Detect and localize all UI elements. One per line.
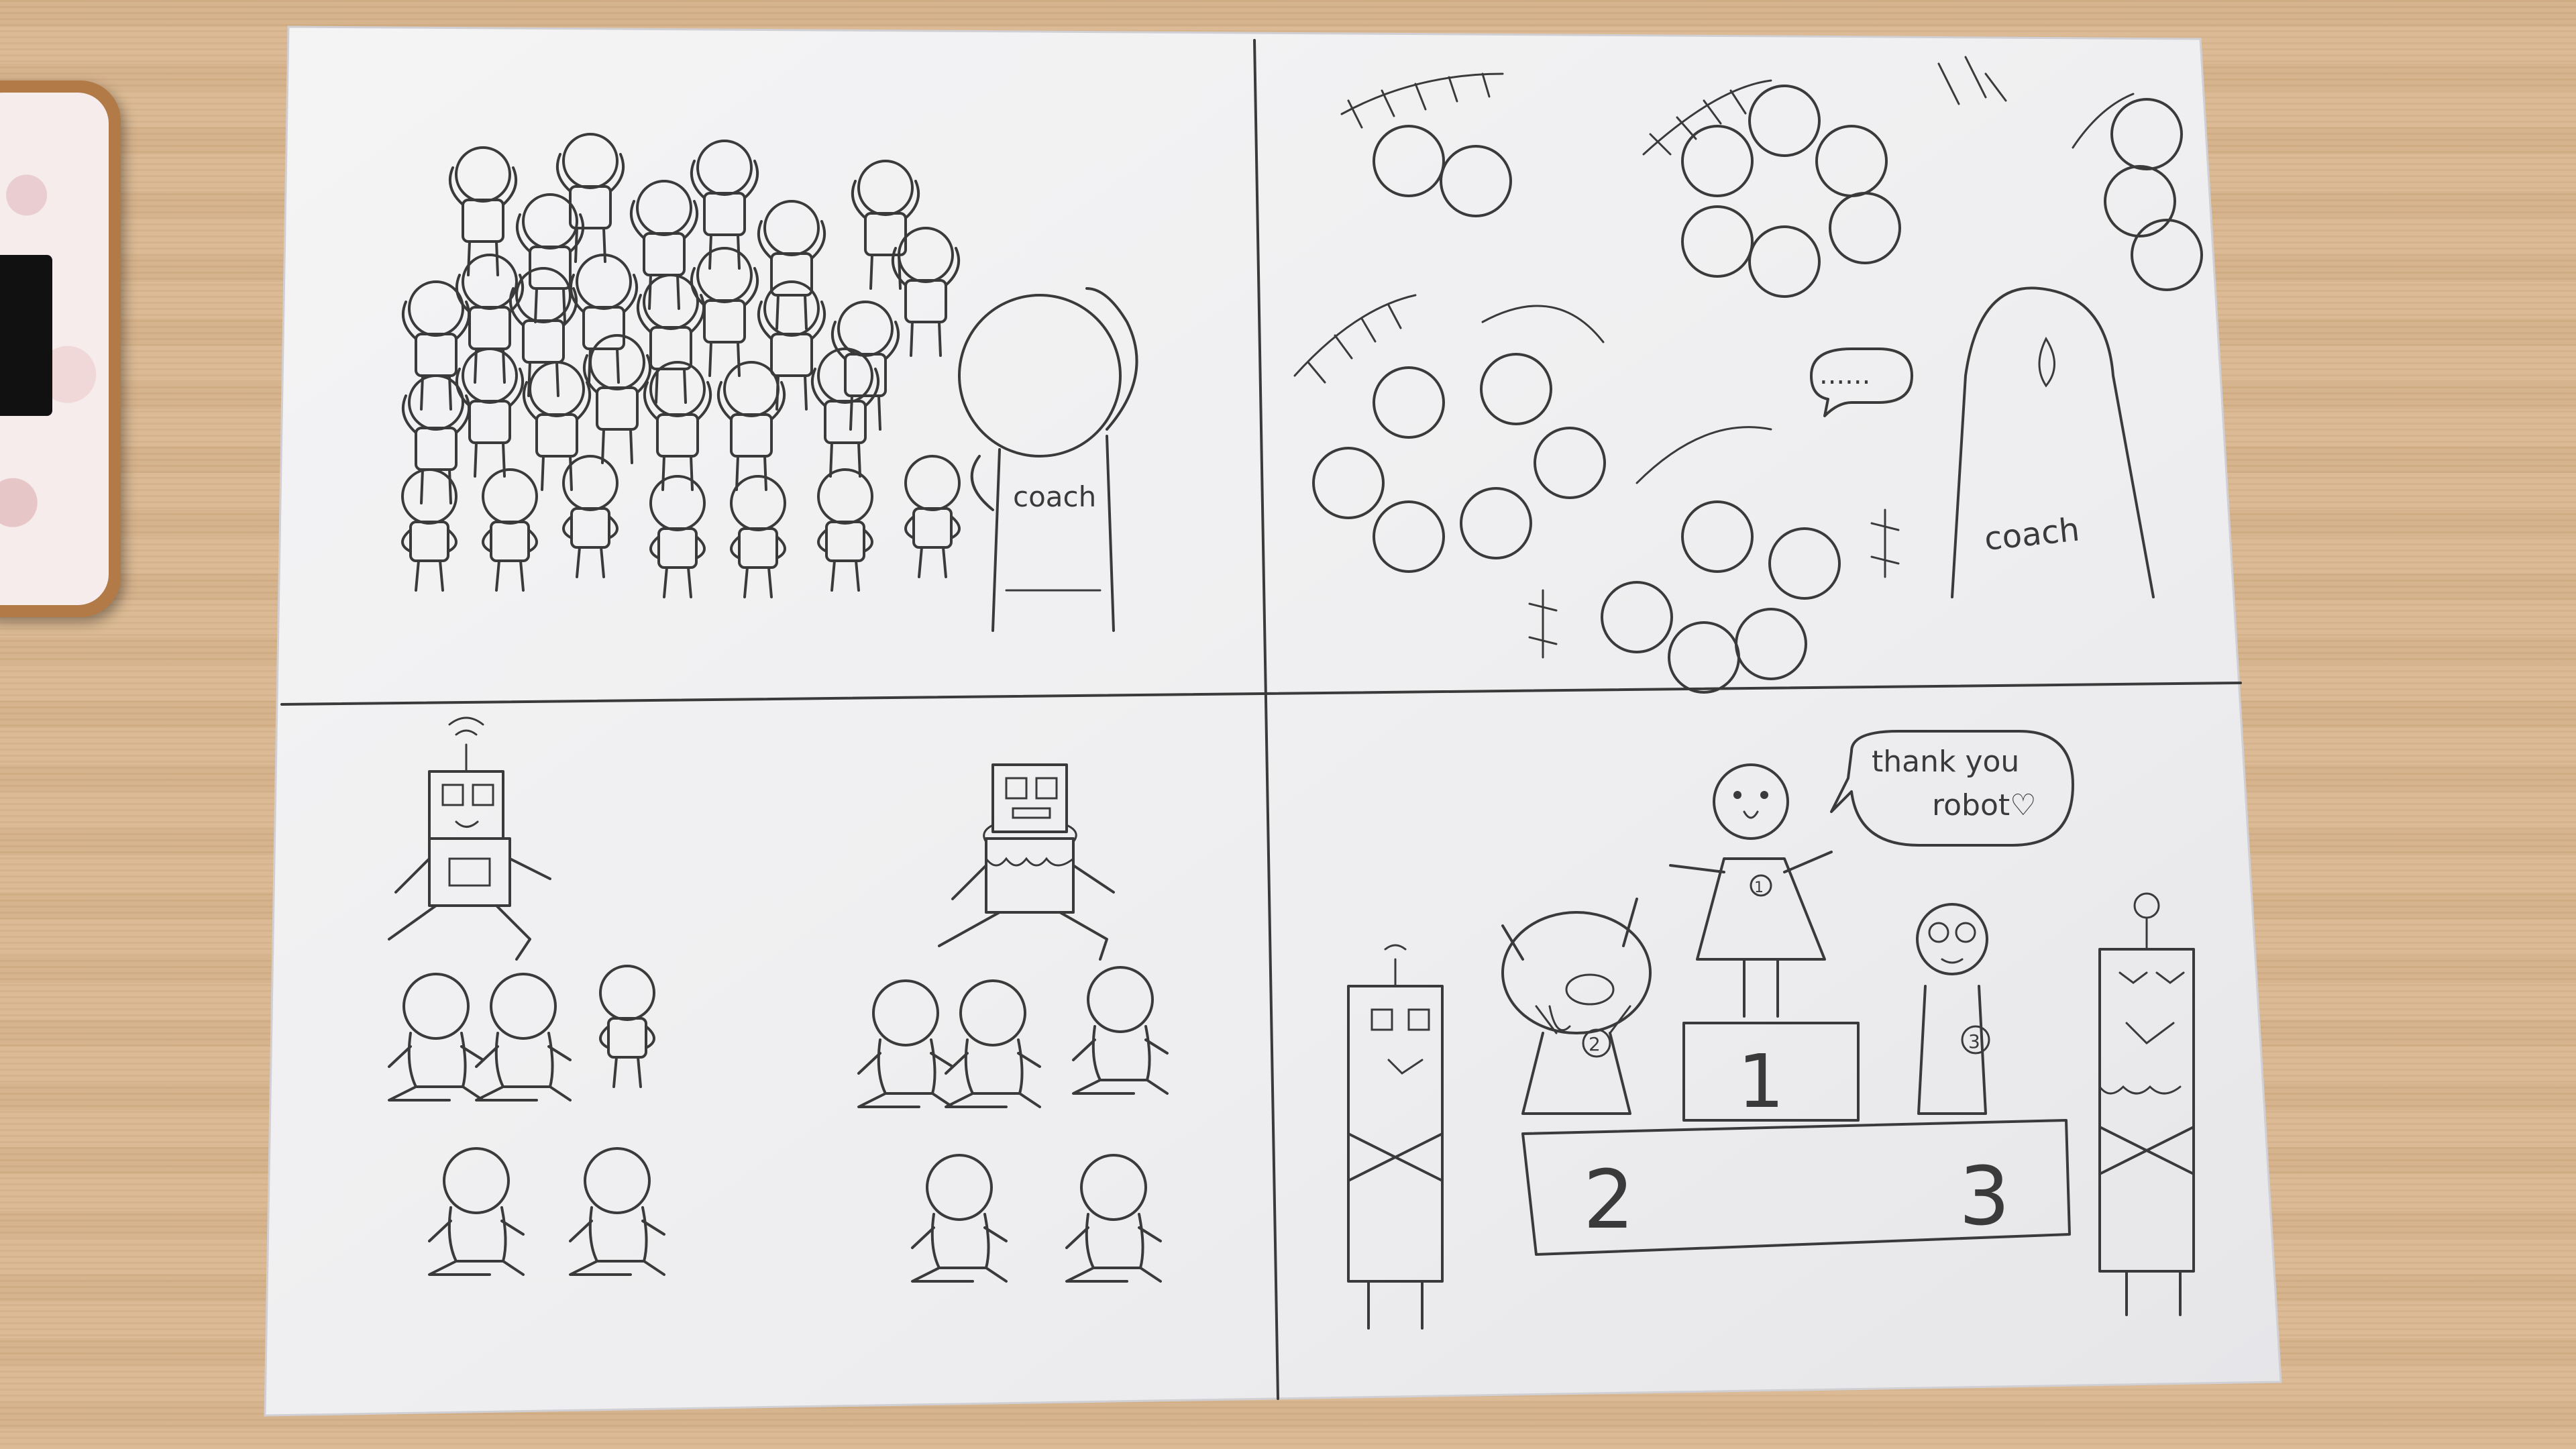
speech-line-2: robot♡ — [1932, 788, 2037, 822]
medal-first: 1 — [1754, 879, 1764, 896]
speech-dots: ...... — [1819, 360, 1870, 390]
speech-line-1: thank you — [1872, 745, 2019, 779]
coach-label: coach — [1013, 480, 1096, 513]
medal-second: 2 — [1589, 1033, 1601, 1055]
podium-third: 3 — [1959, 1150, 2010, 1244]
podium-second: 2 — [1583, 1154, 1634, 1247]
medal-third: 3 — [1968, 1030, 1980, 1053]
comic-page: coach ...... coach 2 1 thank you robot♡ … — [264, 25, 2282, 1417]
podium-first: 1 — [1737, 1038, 1784, 1124]
